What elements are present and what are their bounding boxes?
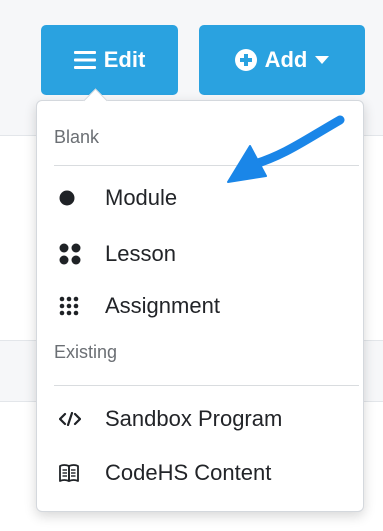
section-header-existing: Existing (54, 342, 118, 362)
menu-item-module[interactable]: Module (37, 176, 363, 220)
menu-icon (73, 50, 96, 70)
menu-item-label: Module (105, 185, 178, 210)
menu-item-label: Lesson (105, 241, 176, 266)
menu-item-label: Sandbox Program (105, 406, 283, 431)
edit-button[interactable]: Edit (41, 25, 178, 95)
section-divider (54, 385, 359, 386)
menu-item-codehs-content[interactable]: CodeHS Content (37, 451, 363, 495)
four-dots-icon (59, 243, 89, 265)
plus-circle-icon (234, 49, 257, 71)
add-button[interactable]: Add (199, 25, 365, 95)
caret-down-icon (315, 55, 330, 65)
nine-dots-icon (59, 296, 89, 316)
edit-button-label: Edit (103, 47, 146, 72)
section-header-blank: Blank (54, 127, 100, 147)
book-icon (59, 464, 89, 482)
menu-item-assignment[interactable]: Assignment (37, 284, 363, 328)
add-button-label: Add (264, 47, 308, 72)
menu-item-label: Assignment (105, 293, 220, 318)
section-divider (54, 165, 359, 166)
code-icon (59, 412, 89, 426)
dot-icon (59, 190, 89, 206)
menu-item-lesson[interactable]: Lesson (37, 232, 363, 276)
menu-item-label: CodeHS Content (105, 460, 272, 485)
menu-item-sandbox-program[interactable]: Sandbox Program (37, 397, 363, 441)
add-dropdown-menu: Blank Module Lesson Assignment Existing … (36, 88, 364, 512)
